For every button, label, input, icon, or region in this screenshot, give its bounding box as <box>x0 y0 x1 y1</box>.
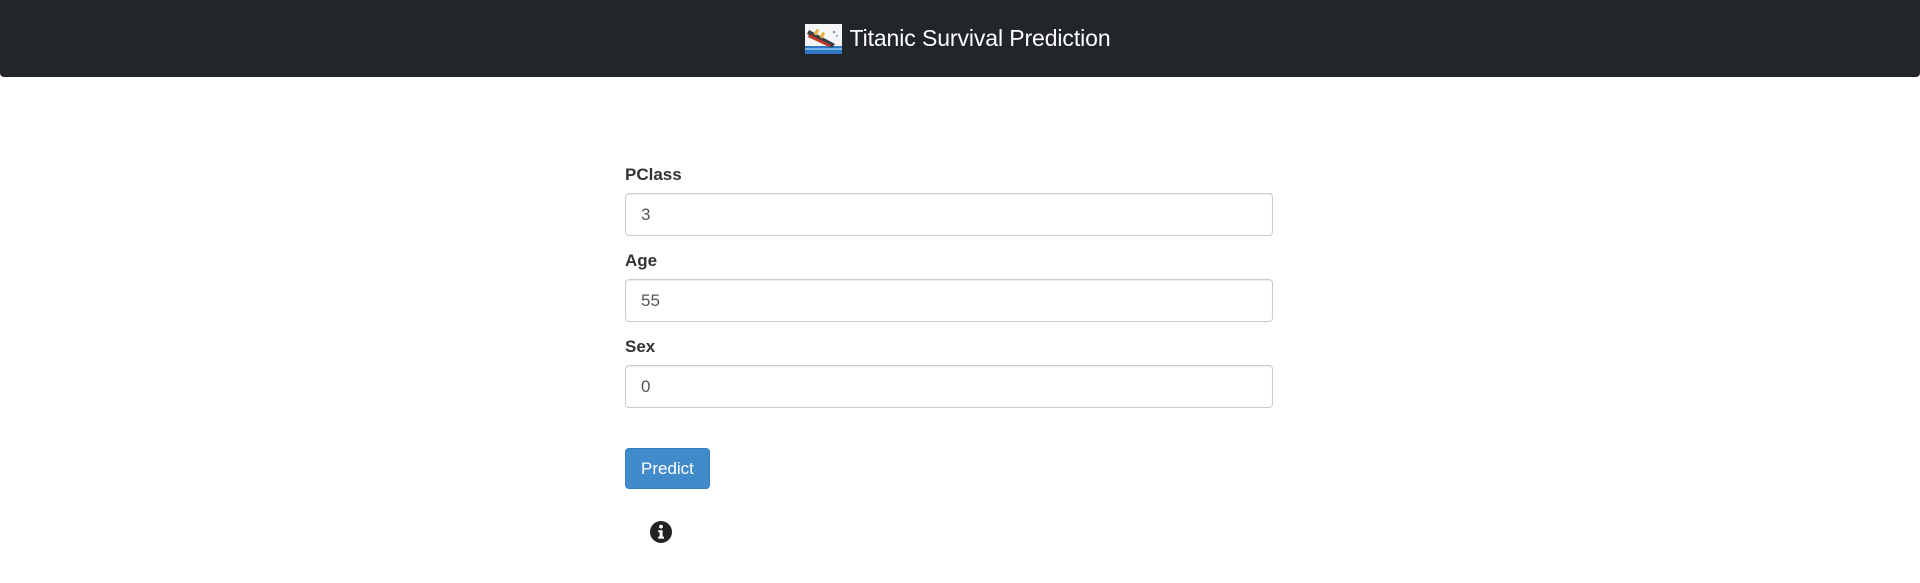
sex-label: Sex <box>625 337 656 356</box>
titanic-ship-logo-icon <box>805 23 843 54</box>
prediction-form: PClass Age Sex Predict <box>625 163 1273 543</box>
age-input[interactable] <box>625 279 1273 322</box>
info-circle-icon <box>650 521 672 543</box>
pclass-input[interactable] <box>625 193 1273 236</box>
predict-button[interactable]: Predict <box>625 448 710 489</box>
navbar-brand[interactable]: Titanic Survival Prediction <box>805 23 1111 54</box>
sex-input[interactable] <box>625 365 1273 408</box>
sex-group: Sex <box>625 335 1273 408</box>
top-navbar: Titanic Survival Prediction <box>0 0 1920 77</box>
pclass-group: PClass <box>625 163 1273 236</box>
pclass-label: PClass <box>625 165 682 184</box>
app-title: Titanic Survival Prediction <box>849 25 1111 51</box>
age-group: Age <box>625 249 1273 322</box>
age-label: Age <box>625 251 658 270</box>
